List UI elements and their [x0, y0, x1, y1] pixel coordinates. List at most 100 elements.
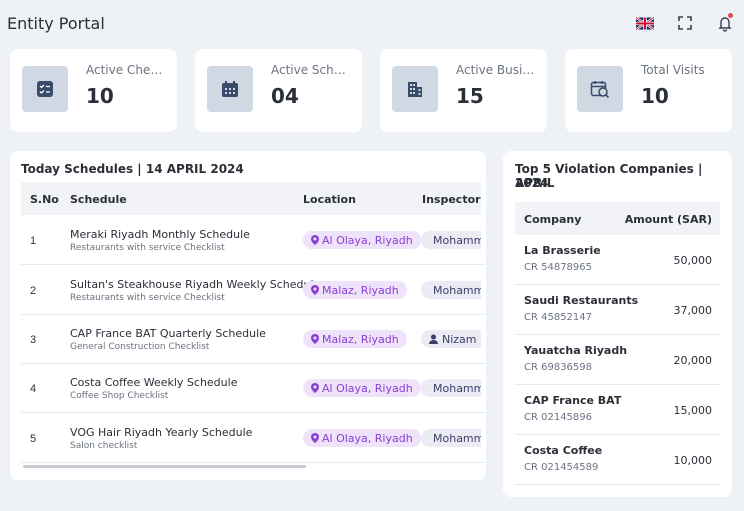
stat-value: 15 [456, 84, 484, 108]
inspector-badge: Mohammed [421, 429, 481, 447]
row-sno: 4 [30, 383, 37, 395]
stat-label: Total Visits [641, 63, 705, 77]
stat-value: 04 [271, 84, 299, 108]
location-text: Al Olaya, Riyadh [322, 431, 413, 445]
building-icon [392, 66, 438, 112]
violation-amount: 15,000 [673, 404, 713, 417]
checklist-icon [22, 66, 68, 112]
stat-label: Active Checkl... [86, 63, 168, 77]
map-pin-icon [311, 433, 319, 443]
inspector-name: Mohammed [433, 233, 481, 247]
schedule-checklist: Restaurants with service Checklist [70, 293, 225, 303]
calendar-check-icon [577, 66, 623, 112]
col-company: Company [524, 213, 582, 226]
row-sno: 3 [30, 334, 37, 346]
location-badge: Malaz, Riyadh [303, 330, 407, 348]
schedule-checklist: General Construction Checklist [70, 342, 210, 352]
table-row[interactable]: Costa Coffee CR 021454589 10,000 [515, 435, 720, 485]
col-amount: Amount (SAR) [624, 213, 712, 226]
table-row[interactable]: La Brasserie CR 54878965 50,000 [515, 235, 720, 285]
violation-amount: 37,000 [673, 304, 713, 317]
stat-label: Active Busine... [456, 63, 538, 77]
violation-companies-panel: Top 5 Violation Companies | APRIL 2024 C… [503, 151, 732, 497]
stat-card-checklists[interactable]: Active Checkl... 10 [10, 49, 177, 132]
schedule-name: Meraki Riyadh Monthly Schedule [70, 228, 250, 241]
map-pin-icon [311, 334, 319, 344]
table-row[interactable]: Saudi Restaurants CR 45852147 37,000 [515, 285, 720, 335]
calendar-icon [207, 66, 253, 112]
inspector-badge: Nizam [421, 330, 481, 348]
table-row[interactable]: 4 Costa Coffee Weekly Schedule Coffee Sh… [21, 363, 486, 413]
stat-card-visits[interactable]: Total Visits 10 [565, 49, 732, 132]
location-badge: Al Olaya, Riyadh [303, 429, 421, 447]
horizontal-scrollbar[interactable] [23, 465, 306, 468]
col-location: Location [303, 193, 356, 206]
notifications-button[interactable] [716, 13, 734, 32]
company-name: CAP France BAT [524, 394, 622, 407]
map-pin-icon [311, 235, 319, 245]
map-pin-icon [311, 285, 319, 295]
schedule-checklist: Restaurants with service Checklist [70, 243, 225, 253]
company-cr: CR 69836598 [524, 362, 593, 373]
schedule-name: Sultan's Steakhouse Riyadh Weekly Schedu… [70, 278, 321, 291]
stat-value: 10 [86, 84, 114, 108]
inspector-name: Mohammed [433, 431, 481, 445]
table-row[interactable]: Yauatcha Riyadh CR 69836598 20,000 [515, 335, 720, 385]
top-header: Entity Portal [0, 0, 744, 46]
location-text: Al Olaya, Riyadh [322, 381, 413, 395]
location-badge: Malaz, Riyadh [303, 281, 407, 299]
location-badge: Al Olaya, Riyadh [303, 231, 421, 249]
row-sno: 5 [30, 433, 37, 445]
uk-flag-icon[interactable] [636, 16, 654, 30]
schedules-table-header: S.No Schedule Location Inspector [21, 182, 481, 215]
inspector-badge: Mohammed [421, 281, 481, 299]
inspector-badge: Mohammed [421, 379, 481, 397]
col-inspector: Inspector [422, 193, 481, 206]
company-name: Yauatcha Riyadh [524, 344, 628, 357]
page-title: Entity Portal [7, 14, 105, 33]
violations-table-header: Company Amount (SAR) [515, 202, 720, 235]
table-row[interactable]: 5 VOG Hair Riyadh Yearly Schedule Salon … [21, 413, 486, 463]
stat-value: 10 [641, 84, 669, 108]
user-icon [429, 334, 438, 344]
schedule-checklist: Salon checklist [70, 441, 138, 451]
header-actions [636, 13, 734, 32]
table-row[interactable]: CAP France BAT CR 02145896 15,000 [515, 385, 720, 435]
location-text: Malaz, Riyadh [322, 283, 399, 297]
company-cr: CR 021454589 [524, 462, 599, 473]
location-badge: Al Olaya, Riyadh [303, 379, 421, 397]
table-row[interactable]: 2 Sultan's Steakhouse Riyadh Weekly Sche… [21, 265, 486, 315]
violation-amount: 20,000 [673, 354, 713, 367]
col-sno: S.No [30, 193, 59, 206]
company-name: Saudi Restaurants [524, 294, 639, 307]
notification-dot [728, 13, 733, 18]
inspector-badge: Mohammed [421, 231, 481, 249]
inspector-name: Mohammed [433, 283, 481, 297]
stat-card-schedules[interactable]: Active Sched... 04 [195, 49, 362, 132]
schedule-name: CAP France BAT Quarterly Schedule [70, 327, 266, 340]
inspector-name: Mohammed [433, 381, 481, 395]
inspector-name: Nizam [442, 332, 477, 346]
location-text: Al Olaya, Riyadh [322, 233, 413, 247]
schedule-checklist: Coffee Shop Checklist [70, 391, 169, 401]
violation-amount: 10,000 [673, 454, 713, 467]
company-cr: CR 02145896 [524, 412, 593, 423]
stat-card-businesses[interactable]: Active Busine... 15 [380, 49, 547, 132]
map-pin-icon [311, 383, 319, 393]
violation-amount: 50,000 [673, 254, 713, 267]
violations-title-year: 2024 [515, 176, 549, 190]
row-sno: 2 [30, 285, 37, 297]
col-schedule: Schedule [70, 193, 127, 206]
table-row[interactable]: 3 CAP France BAT Quarterly Schedule Gene… [21, 314, 486, 364]
schedule-name: Costa Coffee Weekly Schedule [70, 376, 238, 389]
fullscreen-icon[interactable] [676, 14, 694, 32]
company-name: Costa Coffee [524, 444, 603, 457]
row-sno: 1 [30, 235, 37, 247]
company-cr: CR 45852147 [524, 312, 593, 323]
today-schedules-panel: Today Schedules | 14 APRIL 2024 S.No Sch… [10, 151, 486, 480]
location-text: Malaz, Riyadh [322, 332, 399, 346]
company-name: La Brasserie [524, 244, 601, 257]
table-row[interactable]: 1 Meraki Riyadh Monthly Schedule Restaur… [21, 215, 486, 265]
stat-label: Active Sched... [271, 63, 353, 77]
schedule-name: VOG Hair Riyadh Yearly Schedule [70, 426, 253, 439]
